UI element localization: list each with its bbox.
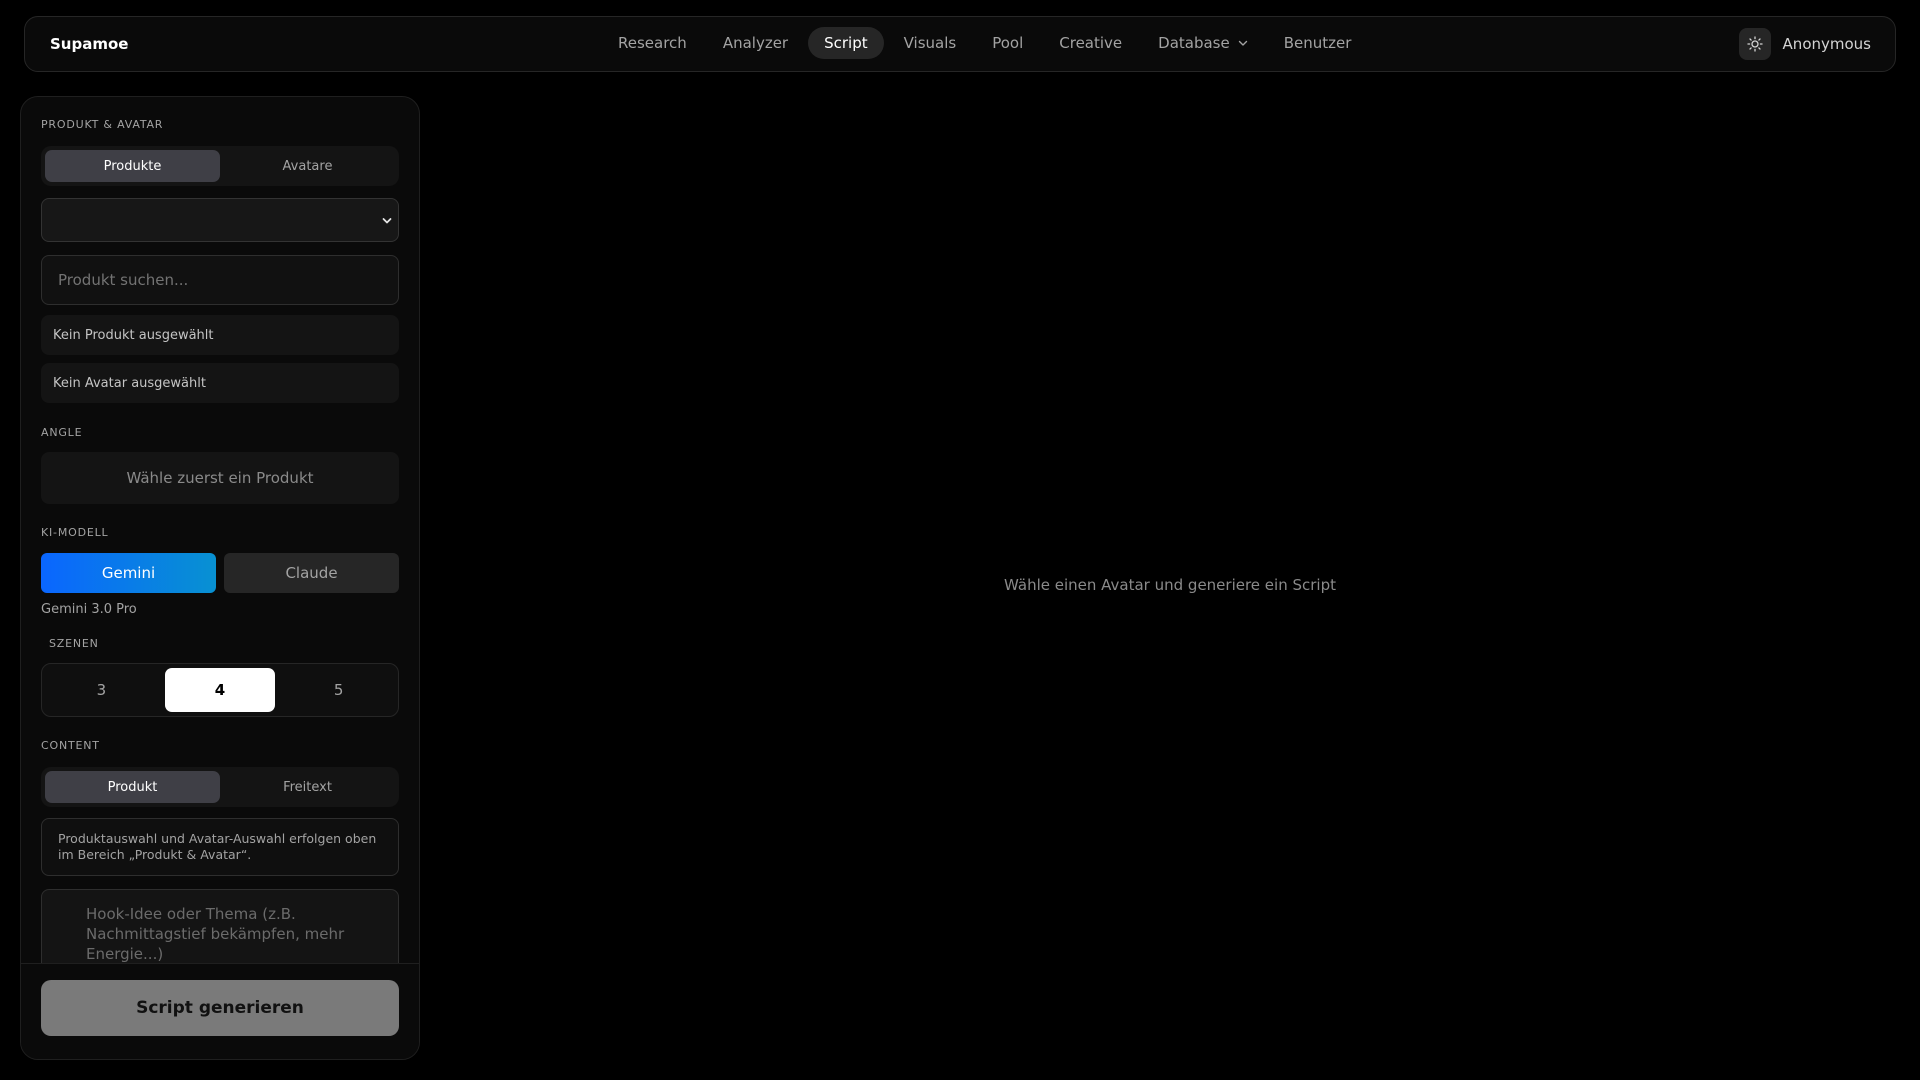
nav-visuals[interactable]: Visuals xyxy=(888,27,973,59)
nav-pool[interactable]: Pool xyxy=(976,27,1039,59)
chevron-down-icon xyxy=(382,218,392,224)
section-label-ki-modell: KI-MODELL xyxy=(41,526,109,539)
produkt-avatar-toggle: Produkte Avatare xyxy=(41,146,399,186)
nav-benutzer[interactable]: Benutzer xyxy=(1268,27,1368,59)
scene-option-5[interactable]: 5 xyxy=(283,668,394,712)
hook-idea-textarea[interactable]: Hook-Idee oder Thema (z.B. Nachmittagsti… xyxy=(41,889,399,963)
user-area: Anonymous xyxy=(1738,28,1871,60)
nav-database-label: Database xyxy=(1158,34,1230,52)
brand-logo[interactable]: Supamoe xyxy=(50,17,128,71)
product-search-input[interactable] xyxy=(41,255,399,305)
generate-script-button[interactable]: Script generieren xyxy=(41,980,399,1036)
angle-placeholder: Wähle zuerst ein Produkt xyxy=(41,452,399,504)
nav-research[interactable]: Research xyxy=(602,27,703,59)
sidebar-footer: Script generieren xyxy=(21,963,419,1059)
selected-avatar-status: Kein Avatar ausgewählt xyxy=(41,363,399,403)
theme-toggle-button[interactable] xyxy=(1738,28,1771,60)
user-name[interactable]: Anonymous xyxy=(1783,35,1871,53)
product-select[interactable] xyxy=(41,198,399,242)
model-version-label: Gemini 3.0 Pro xyxy=(41,602,137,617)
chevron-down-icon xyxy=(1238,40,1247,46)
content-info-note: Produktauswahl und Avatar-Auswahl erfolg… xyxy=(41,818,399,876)
section-label-szenen: SZENEN xyxy=(49,637,99,650)
scene-option-4[interactable]: 4 xyxy=(164,668,276,712)
script-settings-panel: PRODUKT & AVATAR Produkte Avatare Kein P… xyxy=(20,96,420,1060)
top-navigation-bar: Supamoe Research Analyzer Script Visuals… xyxy=(24,16,1896,72)
settings-scroll-area[interactable]: PRODUKT & AVATAR Produkte Avatare Kein P… xyxy=(21,97,419,963)
section-label-angle: ANGLE xyxy=(41,426,83,439)
section-label-produkt-avatar: PRODUKT & AVATAR xyxy=(41,118,164,131)
nav-analyzer[interactable]: Analyzer xyxy=(707,27,804,59)
nav-creative[interactable]: Creative xyxy=(1043,27,1138,59)
tab-produkte[interactable]: Produkte xyxy=(45,150,220,182)
empty-state-message: Wähle einen Avatar und generiere ein Scr… xyxy=(1004,576,1336,594)
scene-count-selector: 3 4 5 xyxy=(41,663,399,717)
tab-content-freitext[interactable]: Freitext xyxy=(220,771,395,803)
model-claude-button[interactable]: Claude xyxy=(224,553,399,593)
section-label-content: CONTENT xyxy=(41,739,100,752)
main-nav: Research Analyzer Script Visuals Pool Cr… xyxy=(602,27,1367,59)
scene-option-3[interactable]: 3 xyxy=(46,668,157,712)
content-mode-toggle: Produkt Freitext xyxy=(41,767,399,807)
tab-avatare[interactable]: Avatare xyxy=(220,150,395,182)
tab-content-produkt[interactable]: Produkt xyxy=(45,771,220,803)
nav-script[interactable]: Script xyxy=(808,27,884,59)
selected-product-status: Kein Produkt ausgewählt xyxy=(41,315,399,355)
sun-icon xyxy=(1746,36,1763,52)
nav-database-dropdown[interactable]: Database xyxy=(1142,27,1264,59)
model-gemini-button[interactable]: Gemini xyxy=(41,553,216,593)
